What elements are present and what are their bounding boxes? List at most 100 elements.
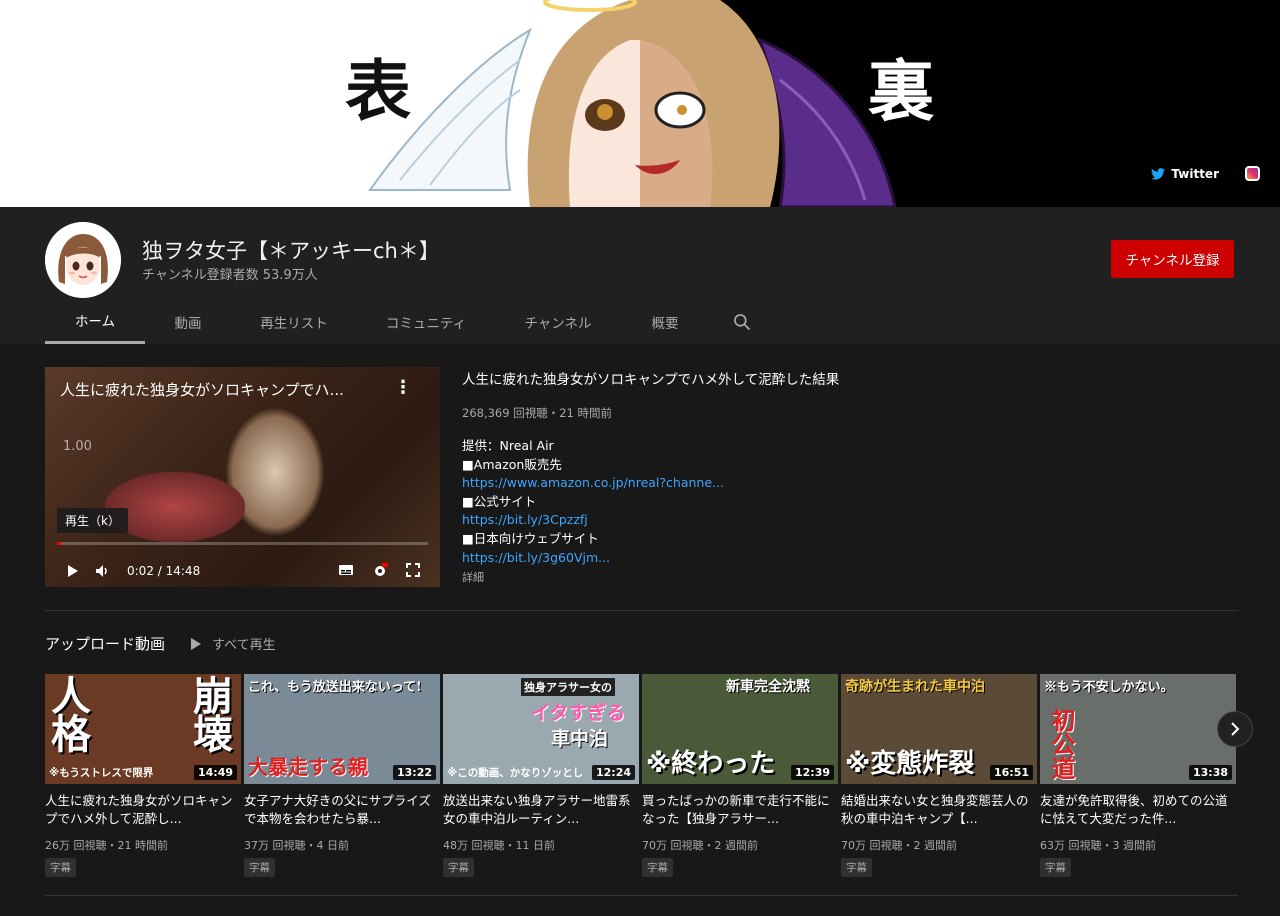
subscribe-button[interactable]: チャンネル登録 xyxy=(1111,240,1234,278)
more-vert-icon[interactable]: ⋮ xyxy=(394,377,412,398)
play-icon xyxy=(191,637,201,650)
twitter-label: Twitter xyxy=(1171,166,1219,181)
desc-link[interactable]: https://www.amazon.co.jp/nreal?channe... xyxy=(462,474,1242,493)
avatar-illustration xyxy=(45,222,121,298)
channel-tabs: ホーム 動画 再生リスト コミュニティ チャンネル 概要 xyxy=(45,299,775,344)
channel-avatar[interactable] xyxy=(45,222,121,298)
progress-bar[interactable] xyxy=(57,542,428,545)
video-meta: 48万 回視聴・11 日前 xyxy=(443,839,555,852)
video-thumbnail[interactable]: これ、もう放送出来ないって! 大暴走する親 13:22 xyxy=(244,674,440,784)
video-card[interactable]: 独身アラサー女の イタすぎる 車中泊 ※この動画、かなりゾッとし 12:24 放… xyxy=(443,674,639,877)
thumb-text: 人格 xyxy=(51,674,91,758)
shelf-title[interactable]: アップロード動画 xyxy=(45,633,165,654)
cc-badge: 字幕 xyxy=(642,858,673,877)
video-title[interactable]: 放送出来ない独身アラサー地雷系女の車中泊ルーティン... xyxy=(443,792,639,828)
video-title[interactable]: 女子アナ大好きの父にサプライズで本物を会わせたら暴... xyxy=(244,792,440,828)
duration-badge: 13:22 xyxy=(392,765,436,780)
playback-speed: 1.00 xyxy=(63,439,92,454)
duration-badge: 13:38 xyxy=(1188,765,1232,780)
video-title[interactable]: 人生に疲れた独身女がソロキャンプでハメ外して泥酔し... xyxy=(45,792,241,828)
fullscreen-icon[interactable] xyxy=(406,563,420,577)
twitter-link[interactable]: Twitter xyxy=(1151,167,1219,181)
video-card[interactable]: 人格 崩壊 ※もうストレスで限界 14:49 人生に疲れた独身女がソロキャンプで… xyxy=(45,674,241,877)
video-thumbnail[interactable]: 独身アラサー女の イタすぎる 車中泊 ※この動画、かなりゾッとし 12:24 xyxy=(443,674,639,784)
cc-badge: 字幕 xyxy=(244,858,275,877)
subscriber-count: チャンネル登録者数 53.9万人 xyxy=(142,268,318,283)
video-meta: 70万 回視聴・2 週間前 xyxy=(642,839,758,852)
banner-kanji-right: 裏 xyxy=(868,52,934,130)
thumb-top-text: ※もう不安しかない。 xyxy=(1044,680,1174,695)
cc-badge: 字幕 xyxy=(1040,858,1071,877)
thumb-caption: ※この動画、かなりゾッとし xyxy=(447,767,584,779)
video-card[interactable]: ※もう不安しかない。 初公道 13:38 友達が免許取得後、初めての公道に怯えて… xyxy=(1040,674,1236,877)
video-thumbnail[interactable]: 人格 崩壊 ※もうストレスで限界 14:49 xyxy=(45,674,241,784)
cc-badge: 字幕 xyxy=(443,858,474,877)
channel-banner: 表 裏 Twitter xyxy=(0,0,1280,207)
video-thumbnail[interactable]: 奇跡が生まれた車中泊 ※変態炸裂 16:51 xyxy=(841,674,1037,784)
play-all-button[interactable]: すべて再生 xyxy=(190,634,276,653)
thumb-caption: 大暴走する親 xyxy=(248,755,368,779)
tab-about[interactable]: 概要 xyxy=(621,299,709,344)
divider xyxy=(45,610,1238,611)
duration-badge: 14:49 xyxy=(193,765,237,780)
video-title[interactable]: 結婚出来ない女と独身変態芸人の秋の車中泊キャンプ【... xyxy=(841,792,1037,828)
tab-community[interactable]: コミュニティ xyxy=(357,299,495,344)
time-display: 0:02 / 14:48 xyxy=(127,564,201,578)
thumb-top-text: これ、もう放送出来ないって! xyxy=(248,680,422,695)
thumb-mid-text: イタすぎる xyxy=(531,702,626,724)
thumb-caption: ※変態炸裂 xyxy=(845,749,975,779)
video-meta: 37万 回視聴・4 日前 xyxy=(244,839,349,852)
thumb-caption: 初公道 xyxy=(1047,708,1075,780)
duration-badge: 12:39 xyxy=(790,765,834,780)
play-all-label: すべて再生 xyxy=(212,638,276,653)
video-card[interactable]: 新車完全沈黙 ※終わった 12:39 買ったばっかの新車で走行不能になった【独身… xyxy=(642,674,838,877)
featured-title[interactable]: 人生に疲れた独身女がソロキャンプでハメ外して泥酔した結果 xyxy=(462,368,1242,388)
channel-name: 独ヲタ女子【＊アッキーch＊】 xyxy=(142,239,440,263)
search-icon xyxy=(734,313,751,330)
instagram-icon[interactable] xyxy=(1245,166,1260,181)
duration-badge: 12:24 xyxy=(591,765,635,780)
tab-videos[interactable]: 動画 xyxy=(145,299,231,344)
featured-info: 人生に疲れた独身女がソロキャンプでハメ外して泥酔した結果 268,369 回視聴… xyxy=(462,367,1242,585)
duration-badge: 16:51 xyxy=(989,765,1033,780)
video-meta: 70万 回視聴・2 週間前 xyxy=(841,839,957,852)
chevron-right-icon xyxy=(1231,722,1240,736)
subtitles-icon[interactable] xyxy=(338,563,354,577)
banner-character-art xyxy=(368,0,897,207)
desc-line: 提供：Nreal Air xyxy=(462,438,554,453)
cc-badge: 字幕 xyxy=(45,858,76,877)
featured-video-player[interactable]: 人生に疲れた独身女がソロキャンプでハ... ⋮ 1.00 再生（k） 0:02 … xyxy=(45,367,440,587)
video-thumbnail[interactable]: 新車完全沈黙 ※終わった 12:39 xyxy=(642,674,838,784)
tab-playlists[interactable]: 再生リスト xyxy=(231,299,357,344)
tab-search[interactable] xyxy=(709,299,775,344)
video-grid: 人格 崩壊 ※もうストレスで限界 14:49 人生に疲れた独身女がソロキャンプで… xyxy=(45,674,1236,877)
desc-link[interactable]: https://bit.ly/3g60Vjm... xyxy=(462,549,1242,568)
desc-link[interactable]: https://bit.ly/3Cpzzfj xyxy=(462,511,1242,530)
play-tooltip: 再生（k） xyxy=(57,508,128,533)
banner-links: Twitter xyxy=(1151,166,1260,181)
channel-header: 独ヲタ女子【＊アッキーch＊】 チャンネル登録者数 53.9万人 チャンネル登録… xyxy=(0,207,1280,344)
thumb-top-text: 奇跡が生まれた車中泊 xyxy=(845,679,985,695)
video-card[interactable]: これ、もう放送出来ないって! 大暴走する親 13:22 女子アナ大好きの父にサプ… xyxy=(244,674,440,877)
volume-icon[interactable] xyxy=(95,564,111,578)
play-icon[interactable] xyxy=(65,564,79,578)
video-title[interactable]: 友達が免許取得後、初めての公道に怯えて大変だった件... xyxy=(1040,792,1236,828)
thumb-caption: ※もうストレスで限界 xyxy=(49,767,154,779)
video-card[interactable]: 奇跡が生まれた車中泊 ※変態炸裂 16:51 結婚出来ない女と独身変態芸人の秋の… xyxy=(841,674,1037,877)
thumb-text: 崩壊 xyxy=(193,674,233,758)
video-meta: 26万 回視聴・21 時間前 xyxy=(45,839,168,852)
tab-channels[interactable]: チャンネル xyxy=(495,299,621,344)
featured-meta: 268,369 回視聴・21 時間前 xyxy=(462,406,612,420)
player-controls-right xyxy=(338,563,420,579)
video-meta: 63万 回視聴・3 週間前 xyxy=(1040,839,1156,852)
thumb-caption: ※終わった xyxy=(646,749,776,779)
video-title[interactable]: 買ったばっかの新車で走行不能になった【独身アラサー... xyxy=(642,792,838,828)
read-more-link[interactable]: 詳細 xyxy=(462,569,1242,585)
progress-fill xyxy=(57,542,61,545)
video-thumbnail[interactable]: ※もう不安しかない。 初公道 13:38 xyxy=(1040,674,1236,784)
desc-line: ■Amazon販売先 xyxy=(462,456,562,472)
tab-home[interactable]: ホーム xyxy=(45,299,145,344)
player-overlay-title[interactable]: 人生に疲れた独身女がソロキャンプでハ... xyxy=(60,379,344,400)
settings-icon[interactable] xyxy=(372,563,388,579)
shelf-next-button[interactable] xyxy=(1217,711,1253,747)
